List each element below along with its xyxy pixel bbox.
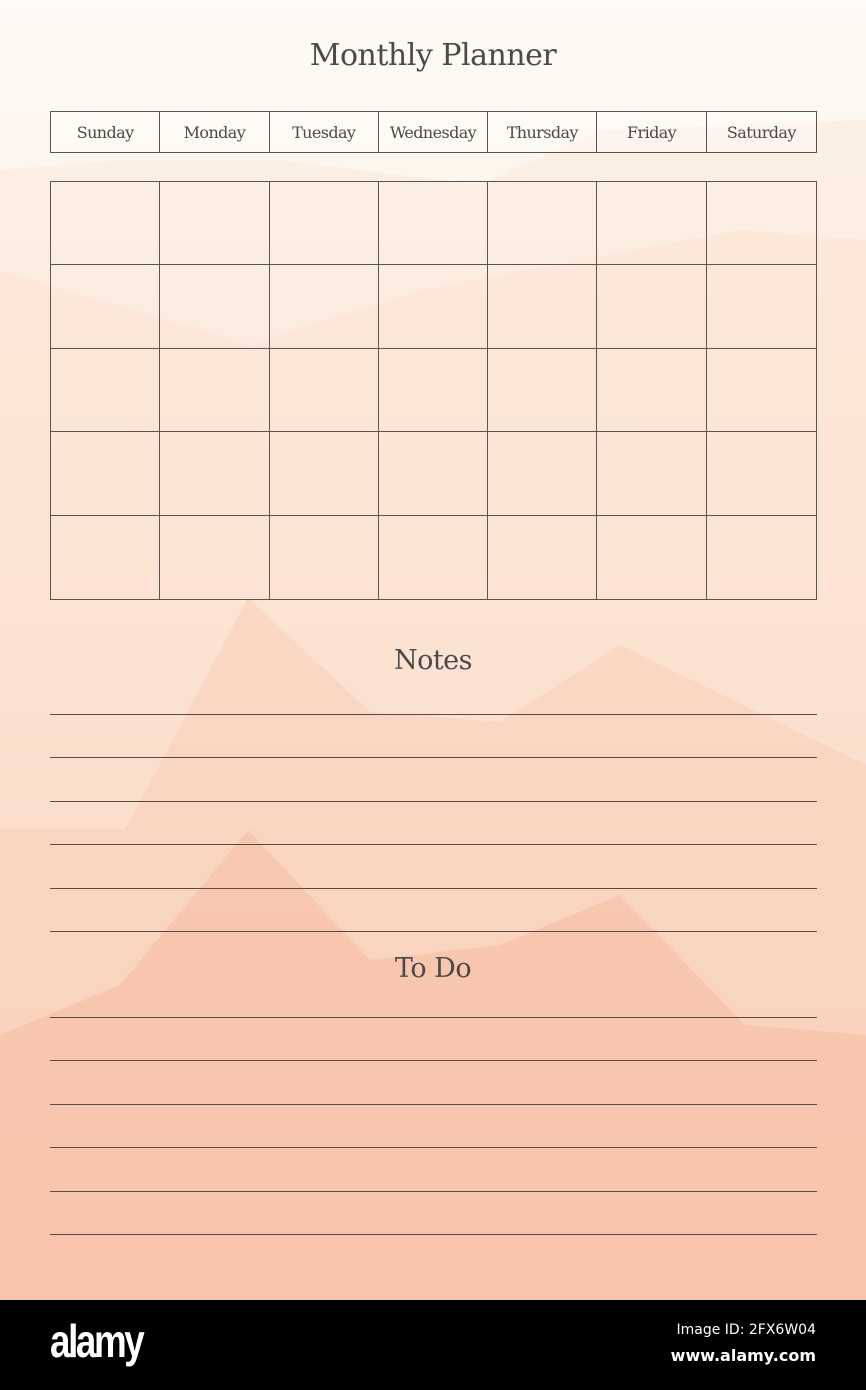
weekday-sunday: Sunday (51, 112, 161, 152)
calendar-day-cell[interactable] (707, 516, 816, 599)
calendar-day-cell[interactable] (160, 432, 270, 516)
notes-writing-line[interactable] (50, 757, 817, 759)
site-link[interactable]: www.alamy.com (671, 1346, 816, 1365)
notes-writing-line[interactable] (50, 931, 817, 932)
calendar-day-cell[interactable] (269, 432, 379, 516)
calendar-day-cell[interactable] (488, 515, 598, 599)
image-id-label: Image ID: 2FX6W04 (676, 1322, 817, 1338)
calendar-day-cell[interactable] (597, 182, 707, 266)
calendar-day-cell[interactable] (378, 432, 489, 516)
calendar-day-cell[interactable] (597, 348, 707, 433)
calendar-day-cell[interactable] (488, 182, 598, 266)
weekday-tuesday: Tuesday (270, 112, 379, 152)
weekday-wednesday: Wednesday (379, 112, 489, 152)
brand-logo: alamy (50, 1315, 145, 1367)
calendar-day-cell[interactable] (269, 182, 379, 266)
footer-bar: alamy Image ID: 2FX6W04 www.alamy.com (0, 1300, 866, 1390)
notes-writing-line[interactable] (50, 887, 817, 889)
todo-writing-line[interactable] (50, 1147, 817, 1149)
todo-writing-line[interactable] (50, 1234, 817, 1235)
notes-writing-line[interactable] (50, 800, 817, 802)
calendar-day-cell[interactable] (51, 348, 161, 433)
calendar-day-cell[interactable] (378, 182, 489, 266)
todo-writing-line[interactable] (50, 1103, 817, 1105)
calendar-day-cell[interactable] (488, 432, 598, 516)
calendar-day-cell[interactable] (51, 432, 161, 516)
weekday-header: Sunday Monday Tuesday Wednesday Thursday… (50, 111, 817, 153)
calendar-day-cell[interactable] (51, 182, 161, 266)
calendar-day-cell[interactable] (706, 432, 816, 516)
weekday-saturday: Saturday (726, 122, 797, 142)
calendar-day-cell[interactable] (706, 349, 816, 433)
todo-writing-line[interactable] (50, 1060, 817, 1062)
weekday-thursday: Thursday (488, 112, 598, 152)
calendar-day-cell[interactable] (488, 265, 598, 349)
planner-page: Monthly Planner Sunday Monday Tuesday We… (0, 0, 866, 1300)
calendar-day-cell[interactable] (706, 265, 816, 349)
calendar-day-cell[interactable] (269, 348, 379, 433)
calendar-day-cell[interactable] (379, 515, 489, 599)
calendar-day-cell[interactable] (51, 515, 161, 599)
todo-writing-line[interactable] (50, 1017, 817, 1018)
weekday-monday: Monday (160, 112, 270, 152)
calendar-day-cell[interactable] (160, 348, 270, 433)
todo-title: To Do (394, 953, 472, 984)
calendar-day-cell[interactable] (706, 182, 816, 266)
calendar-grid (50, 181, 817, 600)
calendar-day-cell[interactable] (160, 265, 270, 349)
weekday-friday: Friday (597, 112, 707, 152)
calendar-day-cell[interactable] (269, 265, 379, 349)
notes-writing-line[interactable] (50, 844, 817, 846)
notes-writing-line[interactable] (50, 714, 817, 715)
calendar-day-cell[interactable] (378, 348, 489, 433)
calendar-day-cell[interactable] (160, 182, 270, 266)
calendar-day-cell[interactable] (378, 265, 489, 349)
notes-title: Notes (393, 645, 473, 676)
calendar-day-cell[interactable] (488, 348, 598, 433)
calendar-day-cell[interactable] (597, 515, 707, 599)
calendar-day-cell[interactable] (597, 265, 707, 349)
calendar-day-cell[interactable] (270, 515, 379, 599)
page-title: Monthly Planner (309, 38, 557, 73)
calendar-day-cell[interactable] (160, 515, 270, 599)
calendar-day-cell[interactable] (51, 265, 161, 349)
todo-writing-line[interactable] (50, 1190, 817, 1192)
calendar-day-cell[interactable] (597, 432, 707, 516)
